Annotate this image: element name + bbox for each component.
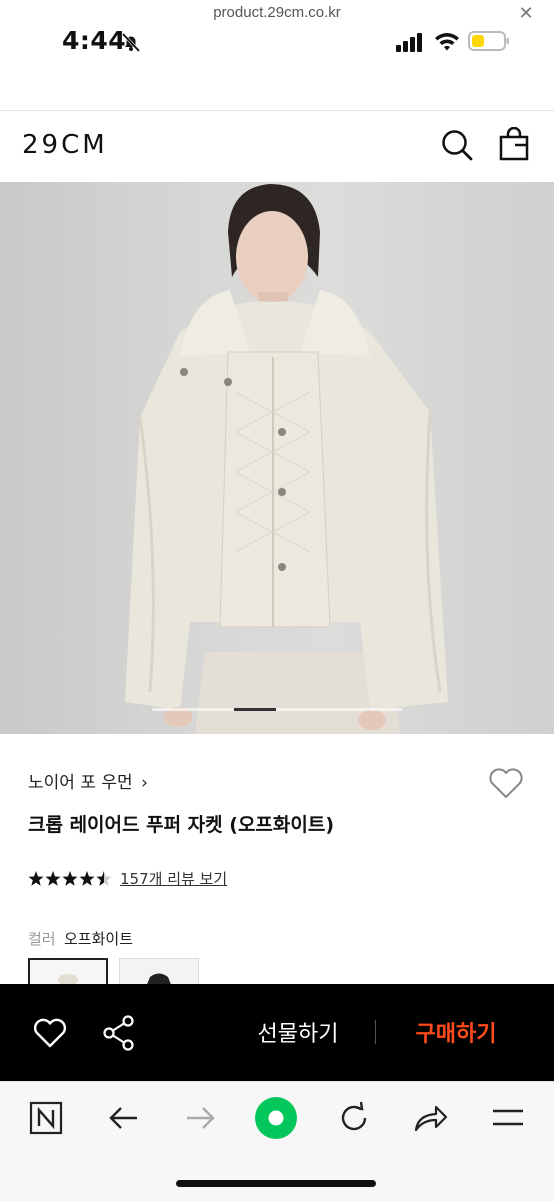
gift-button[interactable]: 선물하기 bbox=[236, 1016, 360, 1048]
back-arrow-icon[interactable] bbox=[104, 1100, 144, 1136]
url-bar bbox=[0, 80, 554, 111]
menu-icon[interactable] bbox=[488, 1100, 528, 1136]
site-logo[interactable]: 29CM bbox=[22, 130, 108, 160]
forward-arrow-icon[interactable] bbox=[180, 1100, 220, 1136]
carousel-track bbox=[152, 708, 402, 711]
star-icon bbox=[45, 871, 61, 886]
heart-icon[interactable] bbox=[32, 1016, 68, 1050]
reload-icon[interactable] bbox=[334, 1100, 374, 1136]
color-label: 컬러 bbox=[28, 930, 56, 948]
star-icon bbox=[62, 871, 78, 886]
heart-icon[interactable] bbox=[488, 766, 524, 800]
jacket-thumbnail bbox=[58, 974, 78, 986]
product-title: 크롭 레이어드 푸퍼 자켓 (오프화이트) bbox=[28, 814, 335, 836]
divider bbox=[375, 1020, 376, 1044]
share-arrow-icon[interactable] bbox=[410, 1100, 450, 1136]
share-icon[interactable] bbox=[102, 1015, 136, 1051]
status-time: 4:44 bbox=[62, 26, 127, 55]
star-icon bbox=[28, 871, 44, 886]
home-indicator[interactable] bbox=[176, 1180, 376, 1187]
signal-icon bbox=[396, 33, 422, 52]
url-text[interactable]: product.29cm.co.kr bbox=[0, 4, 554, 21]
naver-n-icon[interactable] bbox=[26, 1100, 66, 1136]
product-image[interactable] bbox=[0, 182, 554, 734]
cart-icon[interactable] bbox=[498, 127, 530, 161]
battery-icon bbox=[468, 31, 509, 51]
model-illustration bbox=[125, 184, 448, 734]
brand-link[interactable]: 노이어 포 우먼 › bbox=[28, 768, 148, 793]
search-icon[interactable] bbox=[440, 128, 474, 162]
bell-slash-icon bbox=[121, 32, 141, 53]
buy-button[interactable]: 구매하기 bbox=[394, 1016, 518, 1048]
color-value: 오프화이트 bbox=[64, 930, 134, 948]
wifi-icon bbox=[435, 33, 459, 51]
jacket-thumbnail bbox=[146, 973, 172, 987]
green-circle-icon[interactable] bbox=[254, 1096, 298, 1140]
rating-stars bbox=[28, 871, 112, 886]
star-icon bbox=[79, 871, 95, 886]
close-icon[interactable]: ✕ bbox=[516, 4, 536, 24]
review-link[interactable]: 157개 리뷰 보기 bbox=[120, 868, 227, 889]
brand-name: 노이어 포 우먼 bbox=[28, 773, 133, 793]
carousel-indicator bbox=[234, 708, 276, 711]
chevron-right-icon: › bbox=[141, 773, 148, 793]
